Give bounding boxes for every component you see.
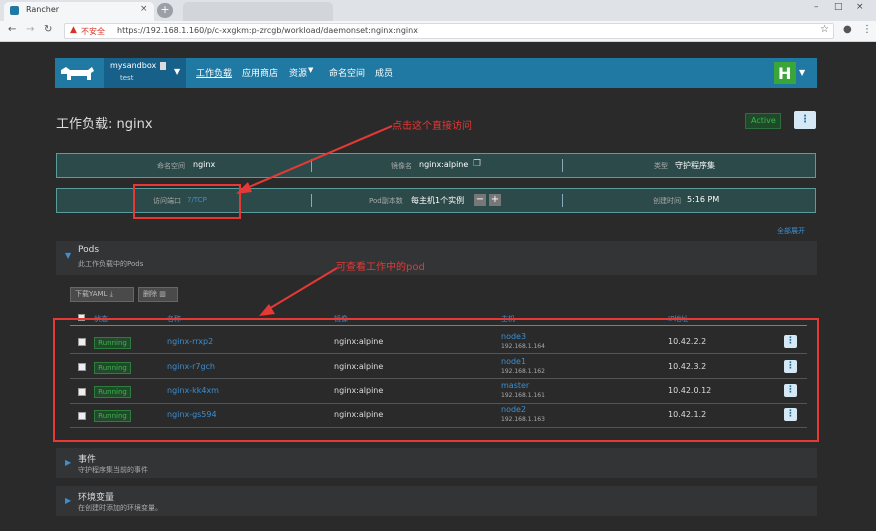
delete-label: 删除: [143, 290, 157, 298]
divider: [562, 194, 563, 207]
events-expand-icon: ▶: [65, 458, 72, 467]
window-controls: – □ ×: [810, 2, 872, 16]
namespace-value: nginx: [193, 160, 216, 169]
back-icon[interactable]: ←: [8, 24, 16, 35]
delete-button[interactable]: 删除 ▥: [138, 287, 178, 302]
events-subtitle: 守护程序集当前的事件: [78, 466, 148, 474]
nav-members[interactable]: 成员: [375, 66, 393, 79]
browser-tab-inactive[interactable]: [183, 2, 333, 21]
project-icon: [160, 62, 166, 70]
bookmark-star-icon[interactable]: ☆: [820, 24, 829, 35]
env-subtitle: 在创建时添加的环境变量。: [78, 504, 162, 512]
expand-all-link[interactable]: 全部展开: [777, 226, 805, 236]
warning-icon: ▲: [70, 25, 77, 35]
menu-icon[interactable]: ⋮: [862, 24, 872, 35]
page-title: 工作负载: nginx: [56, 117, 153, 132]
status-badge-text: Active: [751, 116, 776, 125]
created-label: 创建时间: [653, 197, 681, 205]
chevron-down-icon: ▼: [174, 67, 181, 76]
pods-subtitle: 此工作负载中的Pods: [78, 260, 144, 268]
tab-close-icon[interactable]: ×: [140, 4, 148, 14]
rancher-favicon-icon: [10, 6, 19, 15]
rancher-logo-icon[interactable]: [58, 64, 96, 82]
user-avatar[interactable]: H: [774, 62, 796, 84]
nav-resources-chevron-icon: ▼: [308, 66, 314, 74]
divider: [562, 159, 563, 172]
status-badge: Active: [745, 113, 781, 129]
nav-namespaces[interactable]: 命名空间: [329, 66, 365, 79]
events-panel[interactable]: ▶ 事件 守护程序集当前的事件: [56, 448, 817, 478]
reload-icon[interactable]: ↻: [44, 24, 52, 35]
new-tab-button[interactable]: +: [157, 3, 173, 18]
nav-resources[interactable]: 资源: [289, 66, 307, 79]
download-yaml-button[interactable]: 下载YAML ⤓: [70, 287, 134, 302]
copy-icon[interactable]: ❐: [473, 159, 481, 169]
env-panel[interactable]: ▶ 环境变量 在创建时添加的环境变量。: [56, 486, 817, 516]
events-title: 事件: [78, 455, 97, 465]
minimize-icon[interactable]: –: [814, 2, 819, 12]
created-value: 5:16 PM: [687, 195, 720, 204]
annotation-click-access: 点击这个直接访问: [392, 121, 472, 132]
annotation-arrow-1: [230, 120, 400, 200]
url-field[interactable]: ▲ 不安全 https://192.168.1.160/p/c-xxgkm:p-…: [64, 23, 834, 39]
annotation-box-port: [133, 184, 241, 219]
browser-tab-active[interactable]: Rancher ×: [4, 2, 154, 21]
pods-value: 每主机1个实例: [411, 196, 465, 205]
forward-icon[interactable]: →: [26, 24, 34, 35]
scale-down-button[interactable]: −: [474, 194, 486, 206]
close-window-icon[interactable]: ×: [856, 2, 864, 12]
type-value: 守护程序集: [675, 161, 715, 170]
download-icon: ⤓: [109, 290, 113, 298]
env-title: 环境变量: [78, 493, 115, 503]
project-switcher[interactable]: mysandbox test ▼: [104, 58, 186, 88]
pods-title: Pods: [78, 245, 100, 255]
page-actions-button[interactable]: ⋮: [794, 111, 816, 129]
maximize-icon[interactable]: □: [834, 2, 843, 12]
download-yaml-label: 下载YAML: [75, 290, 108, 298]
user-menu-chevron-icon[interactable]: ▼: [799, 68, 805, 77]
type-label: 类型: [654, 162, 668, 170]
project-sub: test: [120, 74, 134, 82]
avatar-h-icon: H: [778, 64, 792, 83]
annotation-box-pods: [53, 318, 819, 442]
browser-tab-bar: Rancher × + – □ ×: [0, 0, 876, 21]
url-text: https://192.168.1.160/p/c-xxgkm:p-zrcgb/…: [117, 26, 418, 35]
info-row-1: 命名空间 nginx 镜像名 nginx:alpine ❐ 类型 守护程序集: [56, 153, 816, 178]
pods-panel: ▼ Pods 此工作负载中的Pods: [56, 241, 817, 275]
insecure-label: 不安全: [81, 27, 105, 36]
pods-expand-icon[interactable]: ▼: [65, 251, 71, 260]
project-name: mysandbox: [110, 61, 157, 70]
nav-catalog[interactable]: 应用商店: [242, 66, 278, 79]
trash-icon: ▥: [159, 290, 166, 298]
account-icon[interactable]: ●: [843, 24, 852, 35]
annotation-view-pods: 可查看工作中的pod: [336, 262, 425, 273]
env-expand-icon: ▶: [65, 496, 72, 505]
namespace-label: 命名空间: [157, 162, 185, 170]
image-value: nginx:alpine: [419, 160, 469, 169]
scale-up-button[interactable]: +: [489, 194, 501, 206]
nav-workloads[interactable]: 工作负载: [196, 66, 232, 79]
browser-address-bar: ← → ↻ ▲ 不安全 https://192.168.1.160/p/c-xx…: [0, 21, 876, 42]
tab-title: Rancher: [26, 5, 60, 14]
